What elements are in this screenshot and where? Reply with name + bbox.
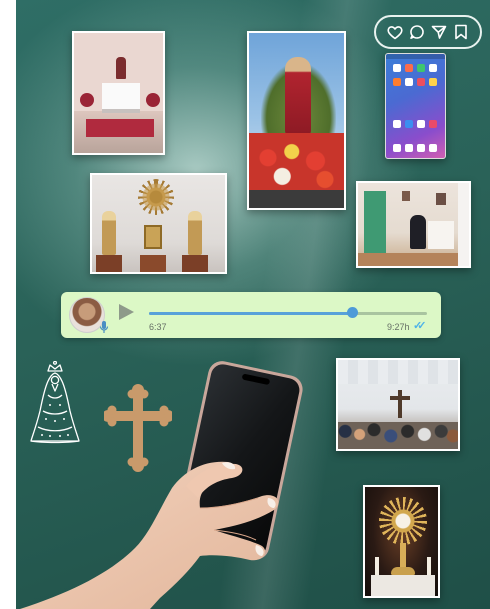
- monstrance-photo: [363, 485, 440, 598]
- message-timestamp: 9:27h: [387, 322, 410, 332]
- audio-progress-track[interactable]: [149, 312, 427, 315]
- voice-message: 6:37 9:27h ✓✓: [61, 292, 441, 338]
- collage-background: 6:37 9:27h ✓✓: [0, 0, 490, 609]
- altar-photo: [72, 31, 165, 155]
- phone-screenshot-image: [385, 53, 446, 159]
- comment-icon[interactable]: [408, 23, 426, 41]
- audio-progress-fill: [149, 312, 352, 315]
- bookmark-icon[interactable]: [452, 23, 470, 41]
- audio-duration: 6:37: [149, 322, 167, 332]
- congregation-photo: [336, 358, 460, 451]
- prayer-photo: [356, 181, 471, 268]
- saint-statue-photo: [247, 31, 346, 210]
- read-receipt-icon: ✓✓: [413, 320, 427, 332]
- angels-altar-photo: [90, 173, 227, 274]
- heart-icon[interactable]: [386, 23, 404, 41]
- play-button[interactable]: [119, 304, 134, 320]
- microphone-icon: [99, 321, 109, 333]
- audio-scrubber[interactable]: [346, 307, 358, 318]
- hand-holding-phone-image: [20, 361, 303, 609]
- share-icon[interactable]: [430, 23, 448, 41]
- social-actions-bar: [374, 15, 482, 49]
